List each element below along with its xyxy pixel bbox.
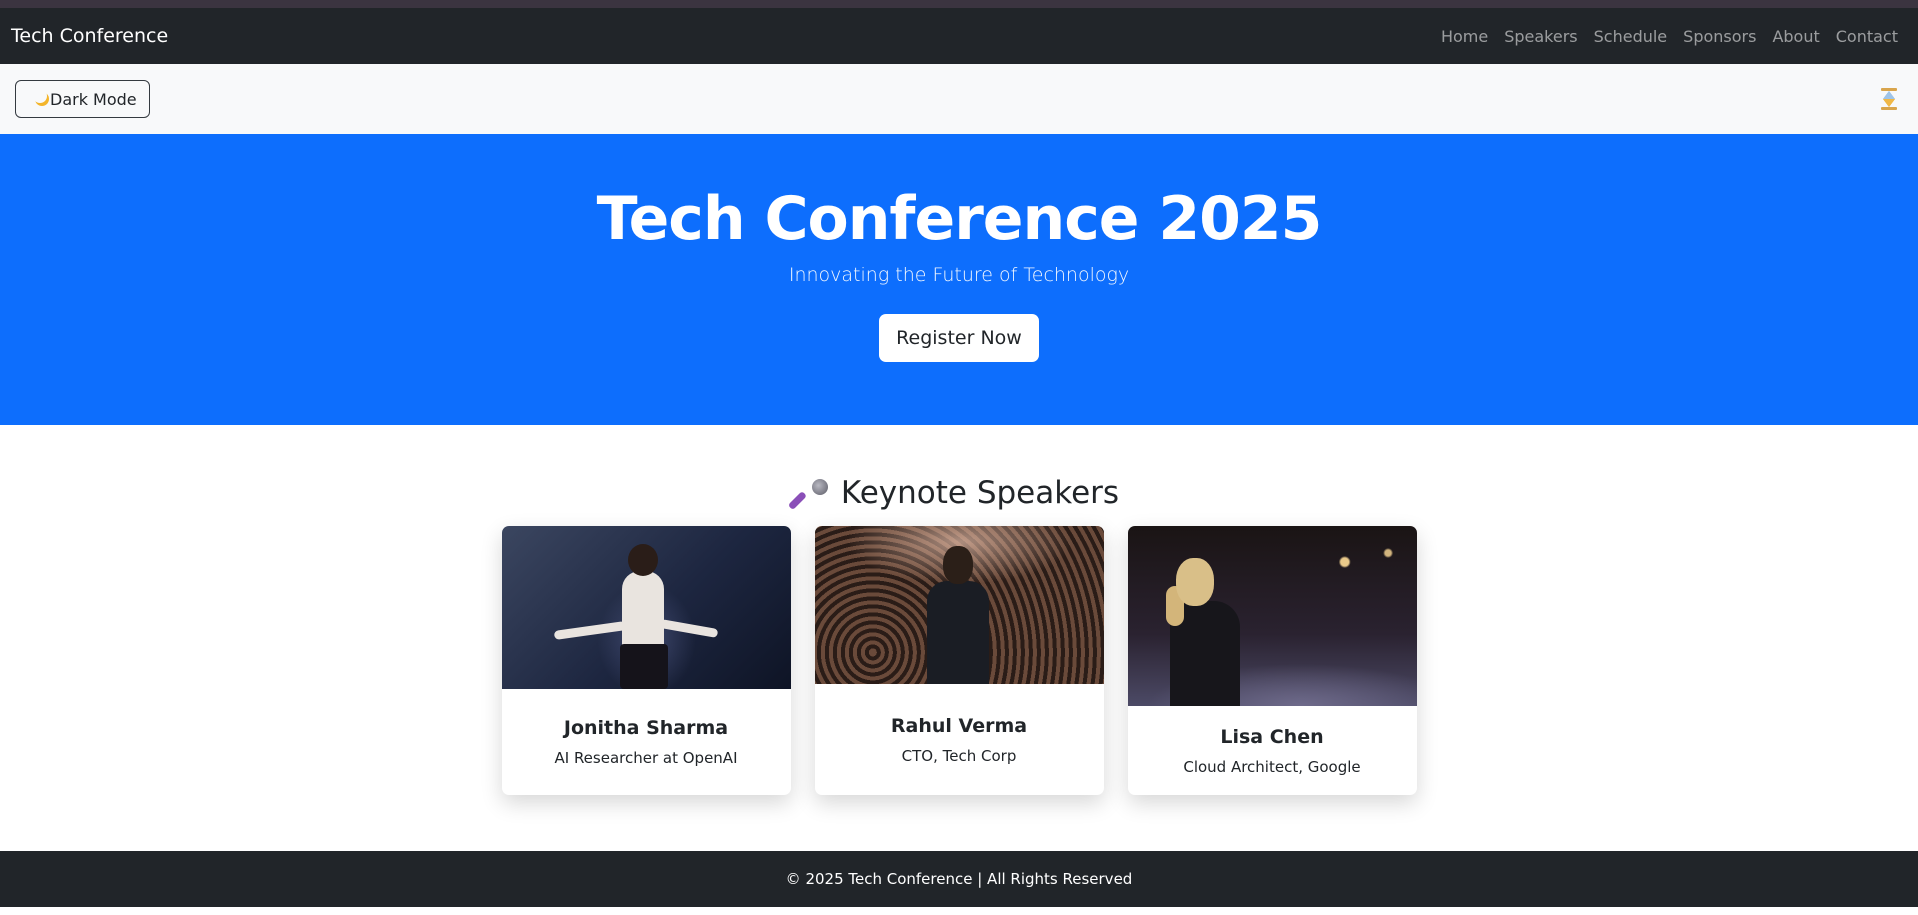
speakers-heading: Keynote Speakers <box>787 475 1120 511</box>
microphone-icon <box>787 478 829 511</box>
nav-link-speakers[interactable]: Speakers <box>1496 27 1585 46</box>
speaker-role: CTO, Tech Corp <box>901 746 1017 765</box>
bottom-strip <box>0 907 1918 915</box>
speaker-role: Cloud Architect, Google <box>1183 757 1361 776</box>
speaker-role: AI Researcher at OpenAI <box>554 749 738 767</box>
top-navbar: Tech Conference Home Speakers Schedule S… <box>0 8 1918 64</box>
speaker-photo <box>814 526 1104 684</box>
moon-icon <box>28 89 49 106</box>
dark-mode-label: Dark Mode <box>50 89 137 109</box>
hourglass-icon <box>1881 88 1897 110</box>
speaker-card: Jonitha Sharma AI Researcher at OpenAI <box>501 526 791 795</box>
speaker-cards: Jonitha Sharma AI Researcher at OpenAI R… <box>0 526 1918 795</box>
speaker-name: Lisa Chen <box>1220 725 1324 748</box>
dark-mode-button[interactable]: Dark Mode <box>15 80 150 118</box>
speaker-card: Rahul Verma CTO, Tech Corp <box>814 526 1104 795</box>
page-footer: © 2025 Tech Conference | All Rights Rese… <box>0 851 1918 907</box>
nav-link-schedule[interactable]: Schedule <box>1586 27 1676 46</box>
speaker-name: Rahul Verma <box>890 714 1028 737</box>
register-button[interactable]: Register Now <box>879 314 1039 362</box>
speakers-heading-text: Keynote Speakers <box>840 475 1120 511</box>
footer-text: © 2025 Tech Conference | All Rights Rese… <box>785 870 1133 888</box>
hero-title: Tech Conference 2025 <box>596 184 1323 254</box>
speaker-card-body: Lisa Chen Cloud Architect, Google <box>1128 706 1417 795</box>
speaker-photo <box>501 526 791 689</box>
speaker-card-body: Jonitha Sharma AI Researcher at OpenAI <box>502 689 791 795</box>
nav-link-contact[interactable]: Contact <box>1828 27 1906 46</box>
toolbar: Dark Mode <box>0 64 1918 134</box>
speaker-card: Lisa Chen Cloud Architect, Google <box>1127 526 1417 795</box>
navbar-brand[interactable]: Tech Conference <box>11 25 168 47</box>
nav-link-home[interactable]: Home <box>1433 27 1496 46</box>
nav-link-sponsors[interactable]: Sponsors <box>1675 27 1764 46</box>
speaker-card-body: Rahul Verma CTO, Tech Corp <box>815 684 1104 795</box>
speaker-name: Jonitha Sharma <box>563 717 729 739</box>
hero-section: Tech Conference 2025 Innovating the Futu… <box>0 134 1918 425</box>
hero-subtitle: Innovating the Future of Technology <box>788 264 1130 286</box>
nav-links: Home Speakers Schedule Sponsors About Co… <box>1433 27 1906 46</box>
window-top-strip <box>0 0 1918 8</box>
nav-link-about[interactable]: About <box>1764 27 1827 46</box>
speakers-section: Keynote Speakers Jonitha Sharma AI Resea… <box>0 425 1918 795</box>
speaker-photo <box>1127 526 1417 706</box>
